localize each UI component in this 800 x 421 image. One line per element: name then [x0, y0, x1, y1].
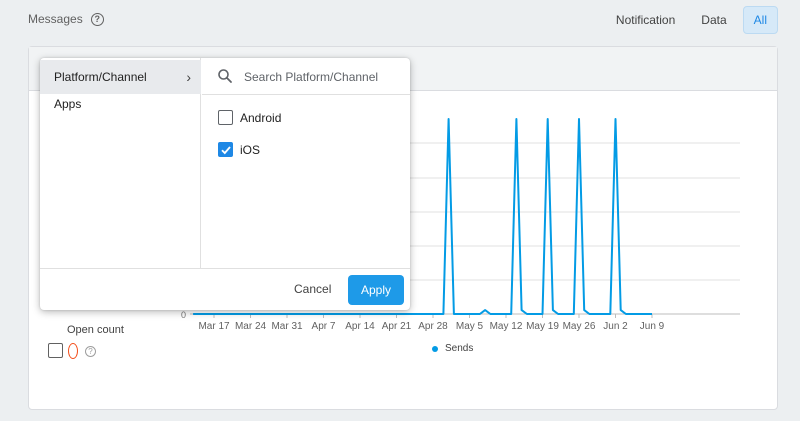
page-title-text: Messages [28, 12, 83, 26]
open-count-marker [68, 343, 78, 359]
open-count-checkbox[interactable] [48, 343, 63, 358]
tab-notification[interactable]: Notification [606, 7, 685, 33]
filter-popup: Platform/Channel › Apps Android iOS Canc… [40, 58, 410, 310]
help-icon[interactable]: ? [90, 12, 104, 26]
checkbox-android[interactable] [218, 110, 233, 125]
search-input[interactable] [244, 67, 404, 87]
search-icon [218, 69, 232, 83]
category-apps[interactable]: Apps [40, 87, 201, 121]
checkbox-ios[interactable] [218, 142, 233, 157]
chart-legend: Sends [432, 343, 473, 354]
option-label: iOS [240, 142, 261, 157]
option-android[interactable]: Android [218, 110, 281, 125]
search-row [202, 58, 410, 95]
filter-options-panel: Android iOS [202, 58, 410, 268]
message-type-tabs: Notification Data All [606, 6, 778, 34]
tab-all[interactable]: All [742, 6, 778, 34]
legend-dot-sends [432, 345, 438, 352]
option-label: Android [240, 110, 282, 125]
category-label: Apps [54, 97, 82, 111]
filter-category-list: Platform/Channel › Apps [40, 58, 201, 268]
apply-button[interactable]: Apply [348, 275, 404, 305]
filter-footer: Cancel Apply [40, 268, 410, 310]
tab-data[interactable]: Data [691, 7, 736, 33]
top-bar: Messages ? Notification Data All [0, 0, 800, 40]
category-label: Platform/Channel [54, 70, 147, 84]
cancel-button[interactable]: Cancel [282, 278, 343, 300]
legend-label-sends: Sends [445, 343, 474, 354]
open-count-help-icon[interactable]: ? [85, 346, 96, 357]
open-count-label: Open count [67, 324, 124, 336]
check-icon [221, 146, 231, 155]
option-ios[interactable]: iOS [218, 142, 260, 157]
page-title: Messages ? [28, 12, 104, 26]
